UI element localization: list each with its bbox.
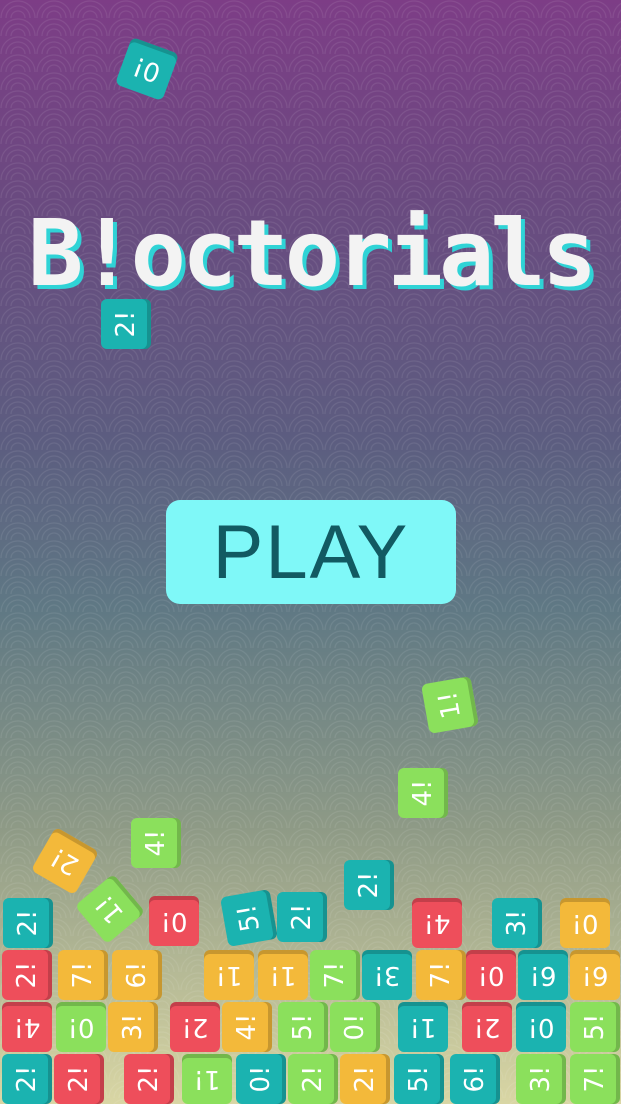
- tile-label: 1!: [269, 960, 297, 990]
- number-tile: 5!: [220, 889, 278, 947]
- tile-label: 3!: [526, 1065, 556, 1093]
- play-button[interactable]: PLAY: [166, 500, 456, 604]
- number-tile: 0!: [330, 1002, 380, 1052]
- number-tile: 1!: [421, 676, 479, 734]
- tile-label: 0!: [340, 1013, 370, 1041]
- tile-label: 2!: [181, 1012, 209, 1042]
- number-tile: 2!: [288, 1054, 338, 1104]
- number-tile: 0!: [236, 1054, 286, 1104]
- tile-label: 1!: [409, 1012, 437, 1042]
- number-tile: 4!: [412, 898, 462, 948]
- number-tile: 2!: [344, 860, 394, 910]
- tile-label: 2!: [12, 961, 42, 989]
- tile-label: 2!: [473, 1012, 501, 1042]
- number-tile: 7!: [58, 950, 108, 1000]
- number-tile: 4!: [131, 818, 181, 868]
- number-tile: 6!: [518, 950, 568, 1000]
- tile-label: 1!: [193, 1064, 221, 1094]
- tile-label: 5!: [231, 902, 267, 934]
- tile-label: 2!: [298, 1065, 328, 1093]
- number-tile: 2!: [340, 1054, 390, 1104]
- number-tile: 2!: [54, 1054, 104, 1104]
- number-tile: 5!: [570, 1002, 620, 1052]
- tile-label: 3!: [502, 909, 532, 937]
- number-tile: 3!: [492, 898, 542, 948]
- tile-label: 4!: [423, 908, 451, 938]
- number-tile: 7!: [416, 950, 466, 1000]
- tile-label: 1!: [215, 960, 243, 990]
- tile-label: 5!: [288, 1013, 318, 1041]
- number-tile: 1!: [258, 950, 308, 1000]
- tile-label: 7!: [580, 1065, 610, 1093]
- number-tile: 2!: [3, 898, 53, 948]
- tile-label: 6!: [529, 960, 557, 990]
- tile-label: 2!: [111, 310, 141, 338]
- number-tile: 4!: [222, 1002, 272, 1052]
- tile-label: 3!: [118, 1013, 148, 1041]
- tile-label: 4!: [13, 1012, 41, 1042]
- number-tile: 6!: [570, 950, 620, 1000]
- number-tile: 2!: [101, 299, 151, 349]
- tile-label: 0!: [527, 1012, 555, 1042]
- number-tile: 2!: [462, 1002, 512, 1052]
- tile-label: 1!: [89, 889, 131, 929]
- number-tile: 2!: [277, 892, 327, 942]
- number-tile: 0!: [149, 896, 199, 946]
- number-tile: 0!: [466, 950, 516, 1000]
- number-tile: 3!: [362, 950, 412, 1000]
- tile-label: 7!: [426, 961, 456, 989]
- tile-label: 5!: [404, 1065, 434, 1093]
- tile-label: 2!: [45, 841, 85, 881]
- number-tile: 0!: [56, 1002, 106, 1052]
- tile-label: 7!: [320, 961, 350, 989]
- tile-label: 4!: [232, 1013, 262, 1041]
- number-tile: 2!: [170, 1002, 220, 1052]
- number-tile: 2!: [2, 950, 52, 1000]
- tile-label: 7!: [68, 961, 98, 989]
- tile-label: 5!: [580, 1013, 610, 1041]
- tile-label: 3!: [373, 960, 401, 990]
- number-tile: 0!: [516, 1002, 566, 1052]
- tile-label: 2!: [134, 1065, 164, 1093]
- tile-label: 6!: [460, 1065, 490, 1093]
- number-tile: 3!: [516, 1054, 566, 1104]
- tile-label: 0!: [129, 50, 165, 88]
- tile-label: 0!: [160, 906, 188, 936]
- tile-label: 2!: [12, 1065, 42, 1093]
- tile-label: 2!: [13, 909, 43, 937]
- number-tile: 5!: [394, 1054, 444, 1104]
- number-tile: 4!: [398, 768, 448, 818]
- number-tile: 1!: [182, 1054, 232, 1104]
- game-title: B!octorials: [27, 200, 597, 307]
- number-tile: 5!: [278, 1002, 328, 1052]
- tile-label: 6!: [581, 960, 609, 990]
- number-tile: 6!: [112, 950, 162, 1000]
- number-tile: 7!: [310, 950, 360, 1000]
- number-tile: 2!: [124, 1054, 174, 1104]
- tile-label: 0!: [246, 1065, 276, 1093]
- number-tile: 4!: [2, 1002, 52, 1052]
- tile-label: 2!: [64, 1065, 94, 1093]
- tile-label: 2!: [354, 871, 384, 899]
- number-tile: 0!: [560, 898, 610, 948]
- tile-label: 1!: [432, 689, 468, 721]
- tile-label: 4!: [141, 829, 171, 857]
- tile-label: 0!: [571, 908, 599, 938]
- number-tile: 2!: [2, 1054, 52, 1104]
- number-tile: 6!: [450, 1054, 500, 1104]
- tile-label: 4!: [408, 779, 438, 807]
- number-tile: 1!: [204, 950, 254, 1000]
- tile-label: 2!: [287, 903, 317, 931]
- number-tile: 7!: [570, 1054, 620, 1104]
- number-tile: 3!: [108, 1002, 158, 1052]
- number-tile: 1!: [398, 1002, 448, 1052]
- tile-label: 0!: [477, 960, 505, 990]
- tile-label: 2!: [350, 1065, 380, 1093]
- tile-label: 0!: [67, 1012, 95, 1042]
- tile-label: 6!: [122, 961, 152, 989]
